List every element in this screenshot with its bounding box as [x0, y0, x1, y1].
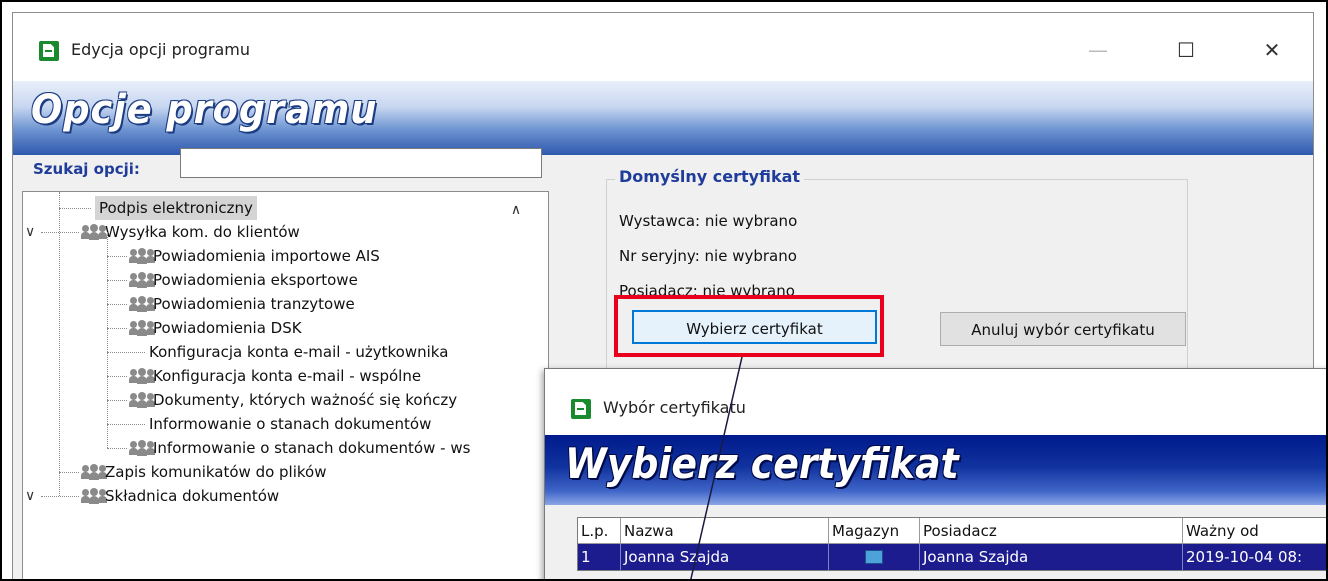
- screenshot-frame: Edycja opcji programu — ☐ ✕ Opcje progra…: [0, 0, 1328, 581]
- annotation-line: [690, 356, 743, 579]
- pointer-line: [690, 356, 743, 579]
